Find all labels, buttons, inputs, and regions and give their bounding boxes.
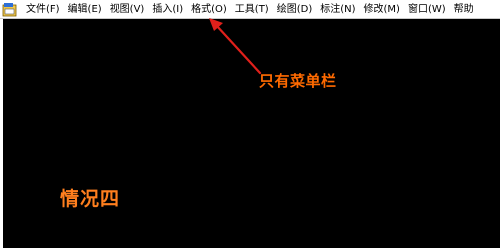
cad-window: 文件(F) 编辑(E) 视图(V) 插入(I) 格式(O) 工具(T) 绘图(D… xyxy=(0,0,500,248)
menu-help[interactable]: 帮助 xyxy=(450,0,478,18)
annotation-label: 只有菜单栏 xyxy=(259,72,337,90)
menu-window[interactable]: 窗口(W) xyxy=(404,0,450,18)
case-label: 情况四 xyxy=(60,188,121,210)
menu-insert[interactable]: 插入(I) xyxy=(148,0,187,18)
menu-bar: 文件(F) 编辑(E) 视图(V) 插入(I) 格式(O) 工具(T) 绘图(D… xyxy=(0,0,500,19)
menu-modify[interactable]: 修改(M) xyxy=(360,0,404,18)
menu-file[interactable]: 文件(F) xyxy=(22,0,64,18)
menu-format[interactable]: 格式(O) xyxy=(187,0,231,18)
menu-tools[interactable]: 工具(T) xyxy=(231,0,273,18)
menu-dimension[interactable]: 标注(N) xyxy=(316,0,359,18)
app-icon[interactable] xyxy=(0,0,19,18)
menu-view[interactable]: 视图(V) xyxy=(106,0,149,18)
left-window-edge xyxy=(0,19,3,248)
menu-draw[interactable]: 绘图(D) xyxy=(273,0,317,18)
menu-edit[interactable]: 编辑(E) xyxy=(64,0,106,18)
